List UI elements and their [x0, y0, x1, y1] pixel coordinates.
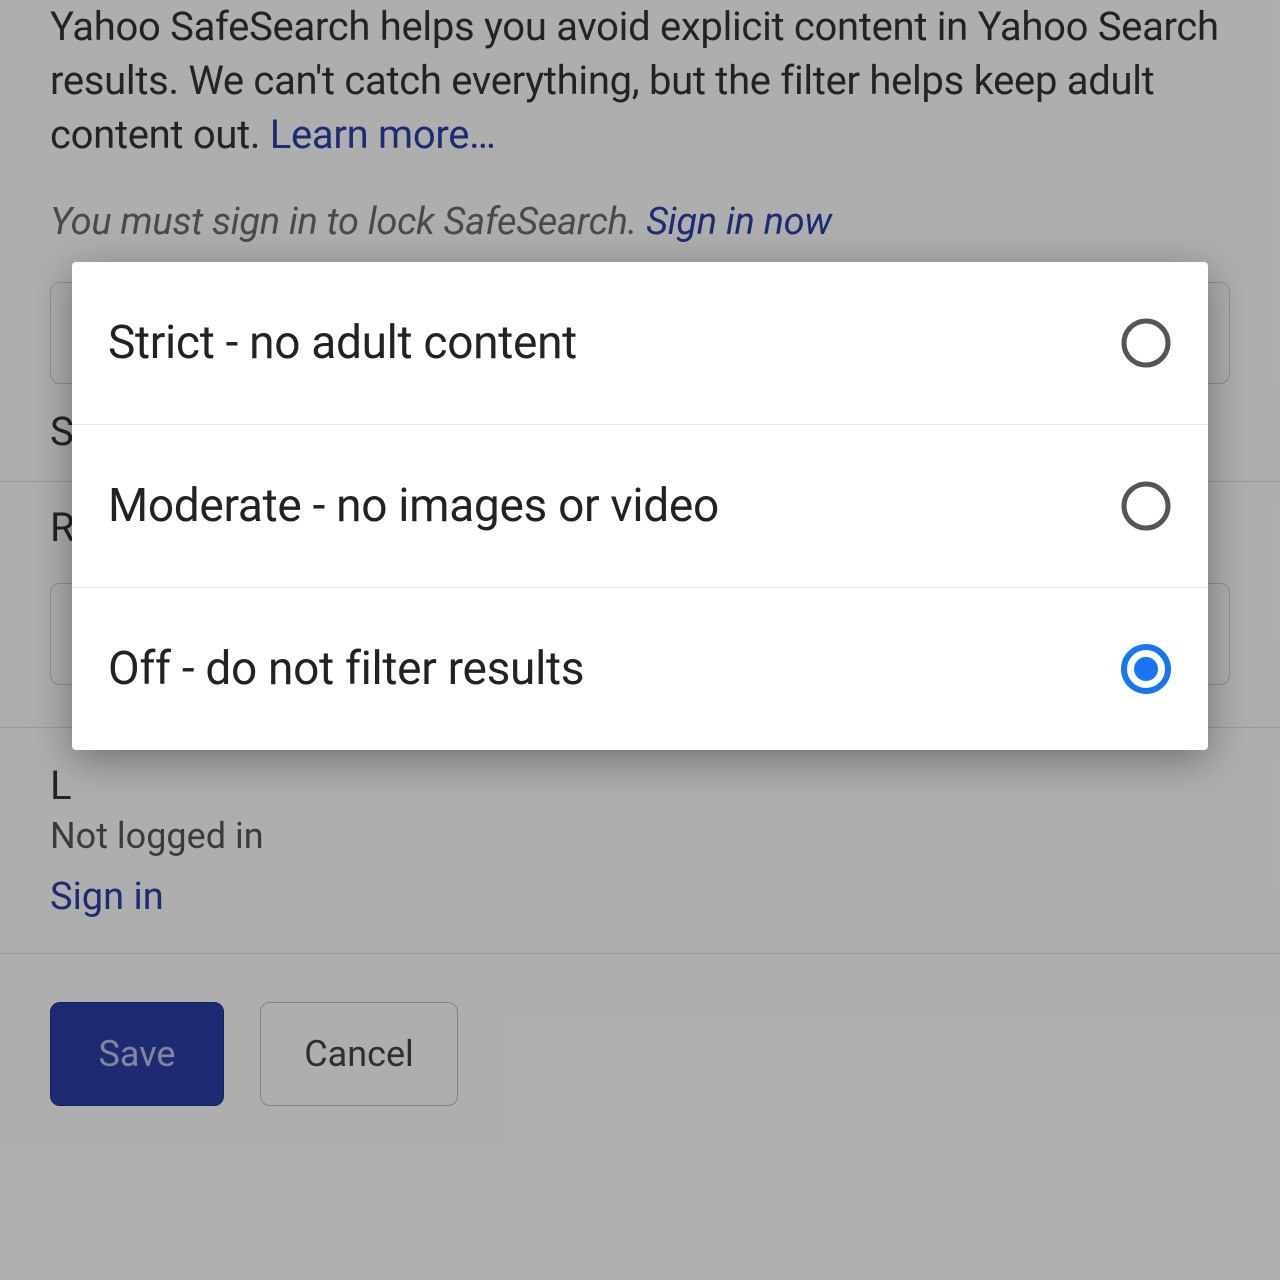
- radio-unchecked-icon: [1120, 317, 1172, 369]
- option-label: Moderate - no images or video: [108, 479, 719, 533]
- safesearch-options-modal: Strict - no adult content Moderate - no …: [72, 262, 1208, 750]
- safesearch-option-strict[interactable]: Strict - no adult content: [72, 262, 1208, 425]
- option-label: Off - do not filter results: [108, 642, 584, 696]
- radio-checked-icon: [1120, 643, 1172, 695]
- safesearch-option-off[interactable]: Off - do not filter results: [72, 588, 1208, 750]
- radio-unchecked-icon: [1120, 480, 1172, 532]
- safesearch-option-moderate[interactable]: Moderate - no images or video: [72, 425, 1208, 588]
- option-label: Strict - no adult content: [108, 316, 577, 370]
